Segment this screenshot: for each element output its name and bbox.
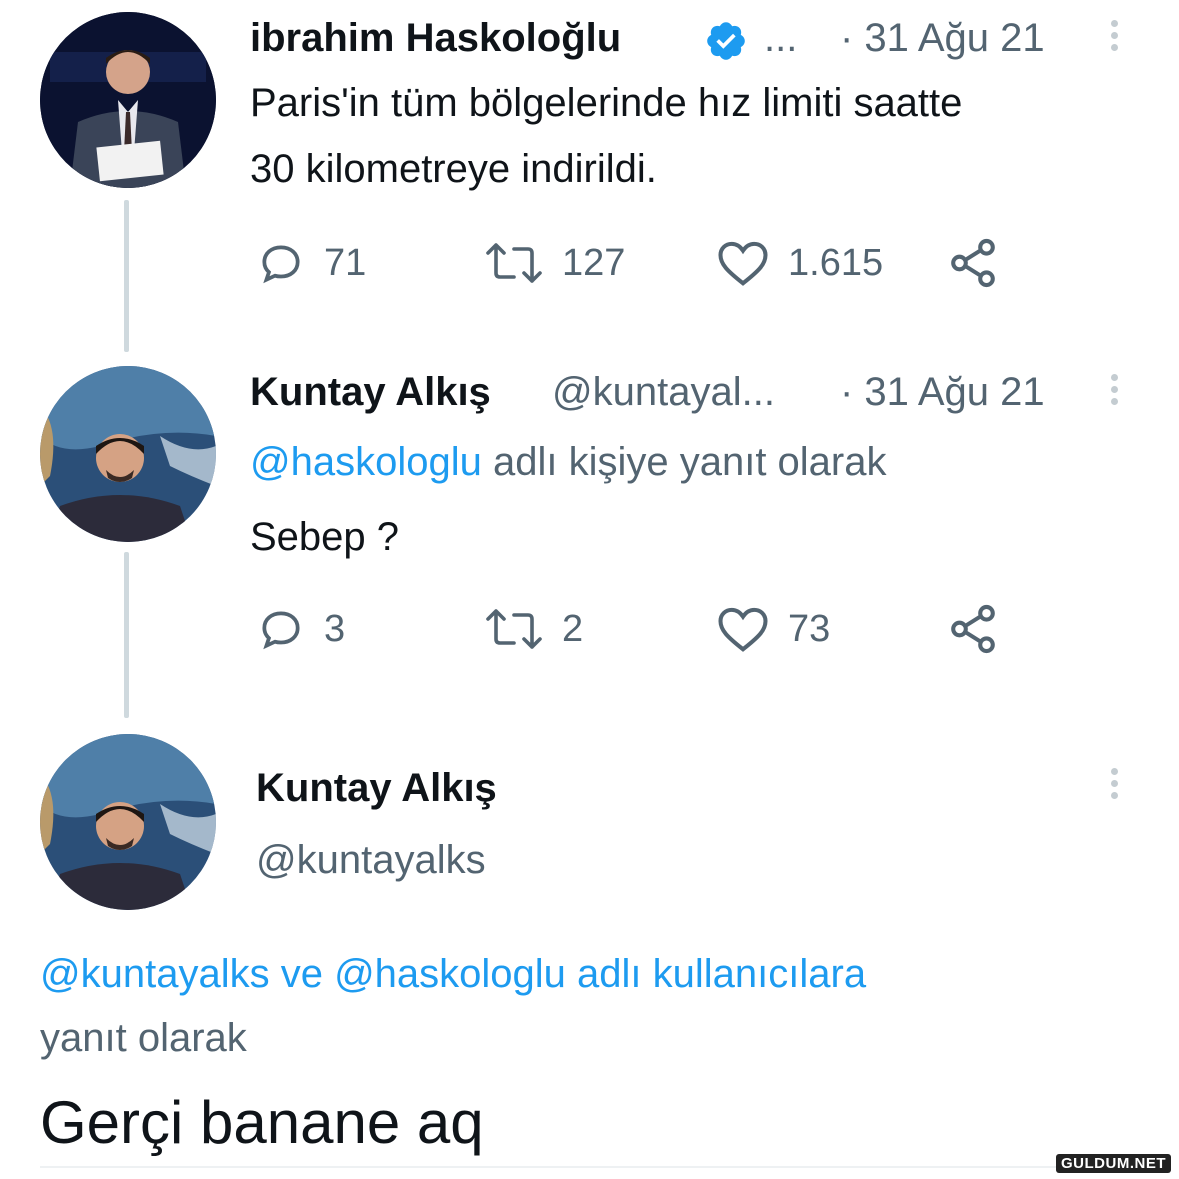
retweet-icon bbox=[486, 609, 542, 649]
reply-context: @kuntayalks ve @haskologlu adlı kullanıc… bbox=[40, 952, 866, 997]
share-button[interactable] bbox=[946, 602, 1000, 656]
like-icon bbox=[718, 241, 768, 286]
reply-context: @haskologlu adlı kişiye yanıt olarak bbox=[250, 440, 887, 485]
like-button[interactable]: 1.615 bbox=[716, 238, 883, 288]
retweet-count: 127 bbox=[562, 241, 626, 284]
avatar[interactable] bbox=[40, 12, 216, 188]
retweet-icon bbox=[486, 243, 542, 283]
author-name[interactable]: Kuntay Alkış bbox=[256, 766, 497, 811]
watermark-logo: GULDUM.NET bbox=[1056, 1154, 1171, 1173]
retweet-count: 2 bbox=[562, 607, 584, 650]
retweet-button[interactable]: 2 bbox=[484, 604, 583, 654]
reply-button[interactable]: 3 bbox=[256, 604, 345, 654]
retweet-button[interactable]: 127 bbox=[484, 238, 625, 288]
like-icon bbox=[718, 607, 768, 652]
avatar[interactable] bbox=[40, 366, 216, 542]
more-options-icon[interactable] bbox=[1108, 768, 1120, 804]
author-handle[interactable]: @kuntayal... bbox=[552, 370, 775, 415]
thread-line-2 bbox=[124, 552, 129, 718]
tweet-date[interactable]: · 31 Ağu 21 bbox=[840, 16, 1045, 61]
tweet-text: Sebep ? bbox=[250, 515, 400, 559]
divider bbox=[40, 1166, 1140, 1168]
like-count: 1.615 bbox=[788, 241, 884, 284]
reply-context-mentions[interactable]: @kuntayalks ve @haskologlu adlı kullanıc… bbox=[40, 952, 866, 996]
reply-icon bbox=[262, 611, 300, 650]
reply-context-label: adlı kişiye yanıt olarak bbox=[481, 440, 887, 484]
author-name[interactable]: ibrahim Haskoloğlu bbox=[250, 16, 621, 61]
more-options-icon[interactable] bbox=[1108, 20, 1120, 56]
more-options-icon[interactable] bbox=[1108, 374, 1120, 410]
reply-count: 3 bbox=[324, 607, 346, 650]
reply-context-label: yanıt olarak bbox=[40, 1016, 247, 1060]
tweet-text: Paris'in tüm bölgelerinde hız limiti saa… bbox=[250, 81, 963, 125]
verified-badge-icon bbox=[707, 22, 745, 60]
tweet-date[interactable]: · 31 Ağu 21 bbox=[840, 370, 1045, 415]
author-handle[interactable]: @kuntayalks bbox=[256, 838, 486, 883]
reply-icon bbox=[262, 245, 300, 284]
tweet-text: 30 kilometreye indirildi. bbox=[250, 147, 657, 191]
share-icon bbox=[951, 604, 995, 654]
tweet-text: Gerçi banane aq bbox=[40, 1089, 484, 1156]
author-name[interactable]: Kuntay Alkış bbox=[250, 370, 491, 415]
share-button[interactable] bbox=[946, 236, 1000, 290]
like-button[interactable]: 73 bbox=[716, 604, 830, 654]
share-icon bbox=[951, 238, 995, 288]
reply-count: 71 bbox=[324, 241, 367, 284]
author-handle[interactable]: ... bbox=[764, 16, 797, 61]
avatar[interactable] bbox=[40, 734, 216, 910]
reply-button[interactable]: 71 bbox=[256, 238, 366, 288]
thread-line-1 bbox=[124, 200, 129, 352]
like-count: 73 bbox=[788, 607, 831, 650]
mention-link[interactable]: @haskologlu bbox=[250, 440, 482, 484]
